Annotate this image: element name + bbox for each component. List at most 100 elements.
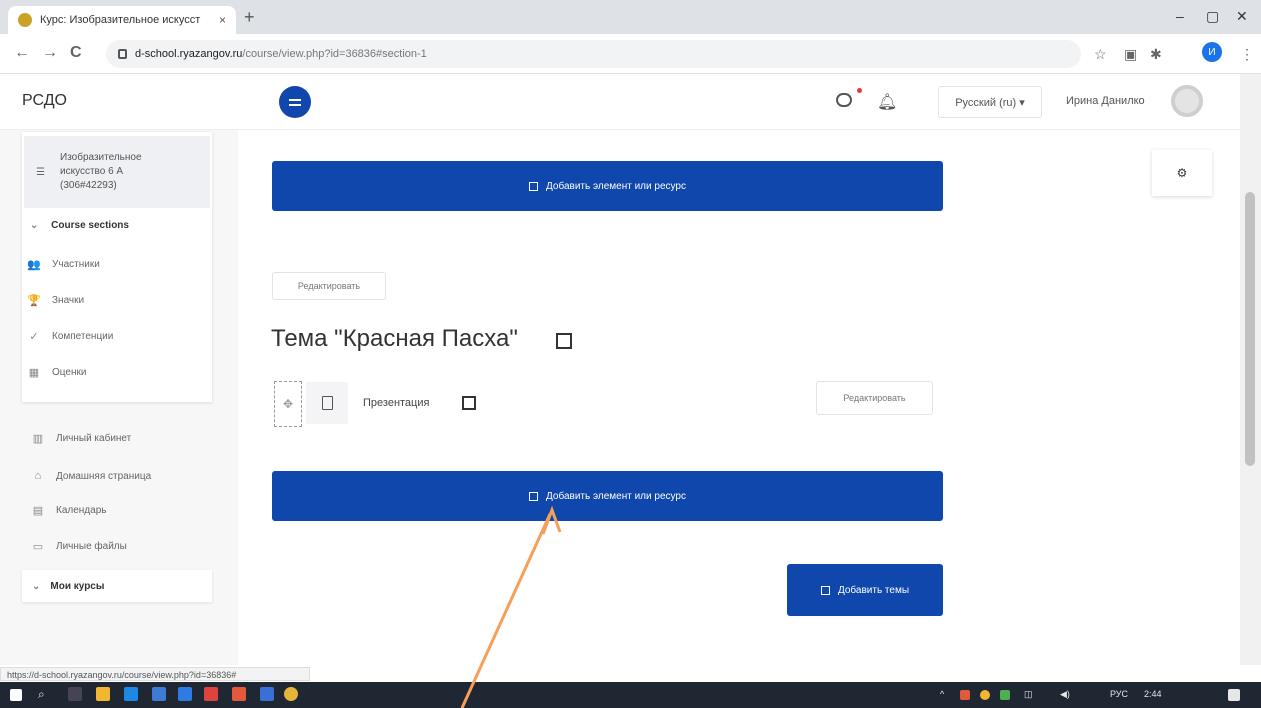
sidebar-item-home[interactable]: ⌂ Домашняя страница xyxy=(30,470,151,482)
extension-icon[interactable]: ✱ xyxy=(1150,46,1162,63)
maximize-button[interactable]: ▢ xyxy=(1206,8,1219,25)
close-window-button[interactable]: ✕ xyxy=(1236,8,1248,25)
app-icon-red[interactable] xyxy=(204,687,218,701)
forward-button[interactable]: → xyxy=(42,44,58,62)
back-button[interactable]: ← xyxy=(14,44,30,62)
tray-app-icon[interactable] xyxy=(980,690,990,700)
edge-icon[interactable] xyxy=(124,687,138,701)
annotation-arrow-shaft xyxy=(460,513,552,708)
sidebar-item-private-files[interactable]: ▭ Личные файлы xyxy=(30,540,127,553)
nav-drawer: ☰ Изобразительное искусство 6 А (306#422… xyxy=(0,130,238,665)
language-selector[interactable]: Русский (ru) ▾ xyxy=(938,86,1042,118)
hamburger-line-icon xyxy=(289,98,301,101)
sidebar-item-competencies[interactable]: ✓ Компетенции xyxy=(26,330,113,343)
user-name[interactable]: Ирина Данилко xyxy=(1066,95,1145,107)
calendar-icon: ▤ xyxy=(32,505,44,517)
task-view-icon[interactable] xyxy=(68,687,82,701)
taskbar-clock[interactable]: 2:44 xyxy=(1144,689,1162,699)
resource-edit-button[interactable]: Редактировать xyxy=(816,381,933,415)
plus-box-icon xyxy=(529,491,539,501)
volume-icon[interactable]: ◀) xyxy=(1060,689,1070,700)
sidebar-item-dashboard[interactable]: ▥ Личный кабинет xyxy=(30,432,131,445)
grades-icon: ▦ xyxy=(28,367,40,379)
sidebar-item-label: Участники xyxy=(52,259,100,270)
chevron-icon: ⌄ xyxy=(30,220,39,231)
mail-icon[interactable] xyxy=(178,687,192,701)
browser-tab-strip: Курс: Изобразительное искусст × + – ▢ ✕ xyxy=(0,0,1261,34)
my-courses-toggle[interactable]: ⌄ Мои курсы xyxy=(22,570,212,602)
app-icon-blue[interactable] xyxy=(260,687,274,701)
tray-app-icon[interactable] xyxy=(960,690,970,700)
site-brand[interactable]: РСДО xyxy=(22,92,67,110)
resource-link[interactable]: Презентация xyxy=(363,397,429,409)
browser-tab[interactable]: Курс: Изобразительное искусст × xyxy=(8,6,236,34)
hamburger-line-icon xyxy=(289,103,301,106)
file-explorer-icon[interactable] xyxy=(96,687,110,701)
add-topics-label: Добавить темы xyxy=(837,584,910,596)
browser-profile-avatar[interactable]: И xyxy=(1202,42,1222,62)
reload-button[interactable]: C xyxy=(70,44,82,62)
app-icon-orange[interactable] xyxy=(232,687,246,701)
sidebar-item-grades[interactable]: ▦ Оценки xyxy=(26,366,87,379)
section-edit-button[interactable]: Редактировать xyxy=(272,272,386,300)
trophy-icon: 🏆 xyxy=(27,295,41,307)
add-activity-button-top[interactable]: Добавить элемент или ресурс xyxy=(272,161,943,211)
sidebar-item-participants[interactable]: 👥 Участники xyxy=(26,258,100,271)
bookmark-star-icon[interactable]: ☆ xyxy=(1094,46,1107,63)
site-favicon-icon xyxy=(18,13,32,27)
pdf-file-icon xyxy=(306,382,348,424)
network-icon[interactable]: ◫ xyxy=(1024,689,1033,700)
add-activity-label: Добавить элемент или ресурс xyxy=(546,180,686,192)
sidebar-item-label: Личные файлы xyxy=(56,541,127,552)
chevron-icon: ⌄ xyxy=(32,580,41,592)
status-bar-url: https://d-school.ryazangov.ru/course/vie… xyxy=(0,667,310,681)
course-name: Изобразительное искусство 6 А (306#42293… xyxy=(60,152,142,191)
tray-app-icon[interactable] xyxy=(1000,690,1010,700)
sidebar-item-badges[interactable]: 🏆 Значки xyxy=(26,294,84,307)
tab-close-icon[interactable]: × xyxy=(219,13,226,27)
sidebar-item-course[interactable]: ☰ Изобразительное искусство 6 А (306#422… xyxy=(24,136,210,208)
url-path: /course/view.php?id=36836#section-1 xyxy=(242,48,427,60)
edit-title-icon[interactable] xyxy=(556,333,572,349)
drag-move-icon[interactable]: ✥ xyxy=(274,381,302,427)
translate-icon[interactable]: ▣ xyxy=(1124,46,1137,63)
sidebar-item-label: Компетенции xyxy=(52,331,114,342)
new-tab-button[interactable]: + xyxy=(244,7,255,28)
sidebar-item-calendar[interactable]: ▤ Календарь xyxy=(30,504,107,517)
windows-start-icon[interactable] xyxy=(10,689,22,701)
notifications-icon[interactable] xyxy=(1228,689,1240,701)
edit-resource-title-icon[interactable] xyxy=(462,396,476,410)
course-sections-label: Course sections xyxy=(51,220,129,231)
course-settings-gear-icon[interactable]: ⚙ xyxy=(1152,150,1212,196)
sidebar-item-label: Значки xyxy=(52,295,85,306)
notifications-bell-icon[interactable]: 🔔︎ xyxy=(877,92,897,112)
browser-menu-icon[interactable]: ⋮ xyxy=(1240,46,1254,63)
os-taskbar: ⌕ ^ ◫ ◀) РУС 2:44 xyxy=(0,682,1261,708)
page-scrollbar[interactable] xyxy=(1240,74,1261,665)
search-icon[interactable]: ⌕ xyxy=(38,687,45,702)
lock-icon xyxy=(118,49,127,59)
chrome-icon[interactable] xyxy=(284,687,298,701)
scrollbar-thumb[interactable] xyxy=(1245,192,1255,466)
folder-icon: ▭ xyxy=(32,541,44,553)
check-icon: ✓ xyxy=(29,331,39,343)
address-bar[interactable]: d-school.ryazangov.ru /course/view.php?i… xyxy=(106,40,1081,68)
unread-indicator xyxy=(857,88,862,93)
course-sections-toggle[interactable]: ⌄ Course sections xyxy=(30,220,129,231)
add-activity-button-bottom[interactable]: Добавить элемент или ресурс xyxy=(272,471,943,521)
course-icon: ☰ xyxy=(36,166,45,178)
taskbar-language[interactable]: РУС xyxy=(1110,689,1128,699)
minimize-button[interactable]: – xyxy=(1176,8,1184,24)
user-avatar[interactable] xyxy=(1171,85,1203,117)
tray-expand-icon[interactable]: ^ xyxy=(940,689,944,699)
store-icon[interactable] xyxy=(152,687,166,701)
messages-icon[interactable] xyxy=(836,93,852,107)
plus-box-icon xyxy=(529,181,539,191)
dashboard-icon: ▥ xyxy=(32,433,44,445)
browser-toolbar: ← → C d-school.ryazangov.ru /course/view… xyxy=(0,34,1261,74)
drawer-toggle-button[interactable] xyxy=(279,86,311,118)
sidebar-item-label: Домашняя страница xyxy=(56,470,152,482)
url-domain: d-school.ryazangov.ru xyxy=(135,48,243,60)
add-topics-button[interactable]: Добавить темы xyxy=(787,564,943,616)
tab-title: Курс: Изобразительное искусст xyxy=(40,14,201,26)
